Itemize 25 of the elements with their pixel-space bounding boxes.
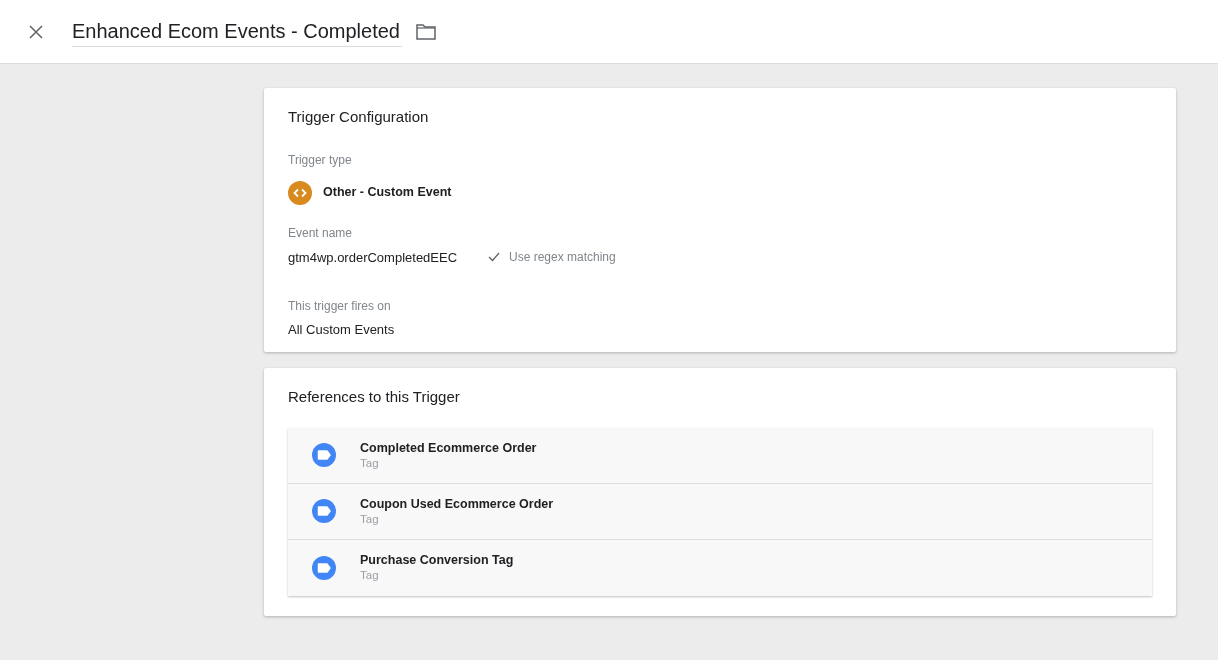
card-heading: References to this Trigger <box>288 387 461 407</box>
reference-row[interactable]: Completed Ecommerce Order Tag <box>288 427 1152 484</box>
tag-icon <box>312 555 336 580</box>
card-heading: Trigger Configuration <box>288 107 430 127</box>
regex-option: Use regex matching <box>509 248 616 267</box>
reference-type: Tag <box>360 568 380 583</box>
title-field[interactable]: Enhanced Ecom Events - Completed <box>72 18 402 47</box>
field-label: This trigger fires on <box>288 298 392 315</box>
tag-icon <box>312 499 336 523</box>
reference-row[interactable]: Purchase Conversion Tag Tag <box>288 539 1152 596</box>
reference-name: Coupon Used Ecommerce Order <box>360 495 554 512</box>
reference-name: Purchase Conversion Tag <box>360 552 514 568</box>
reference-type: Tag <box>360 455 380 471</box>
close-icon[interactable] <box>28 23 44 40</box>
event-name: gtm4wp.orderCompletedEEC <box>288 248 459 267</box>
field-label: Trigger type <box>288 151 353 169</box>
reference-name: Completed Ecommerce Order <box>360 439 537 456</box>
reference-row[interactable]: Coupon Used Ecommerce Order Tag <box>288 483 1152 540</box>
fires-on-value: All Custom Events <box>288 321 396 339</box>
folder-icon[interactable] <box>415 23 436 40</box>
reference-type: Tag <box>360 511 380 527</box>
trigger-type: Other - Custom Event <box>323 184 452 202</box>
code-brackets-icon <box>288 180 312 205</box>
field-label: Event name <box>288 224 354 242</box>
tag-icon <box>312 443 336 467</box>
